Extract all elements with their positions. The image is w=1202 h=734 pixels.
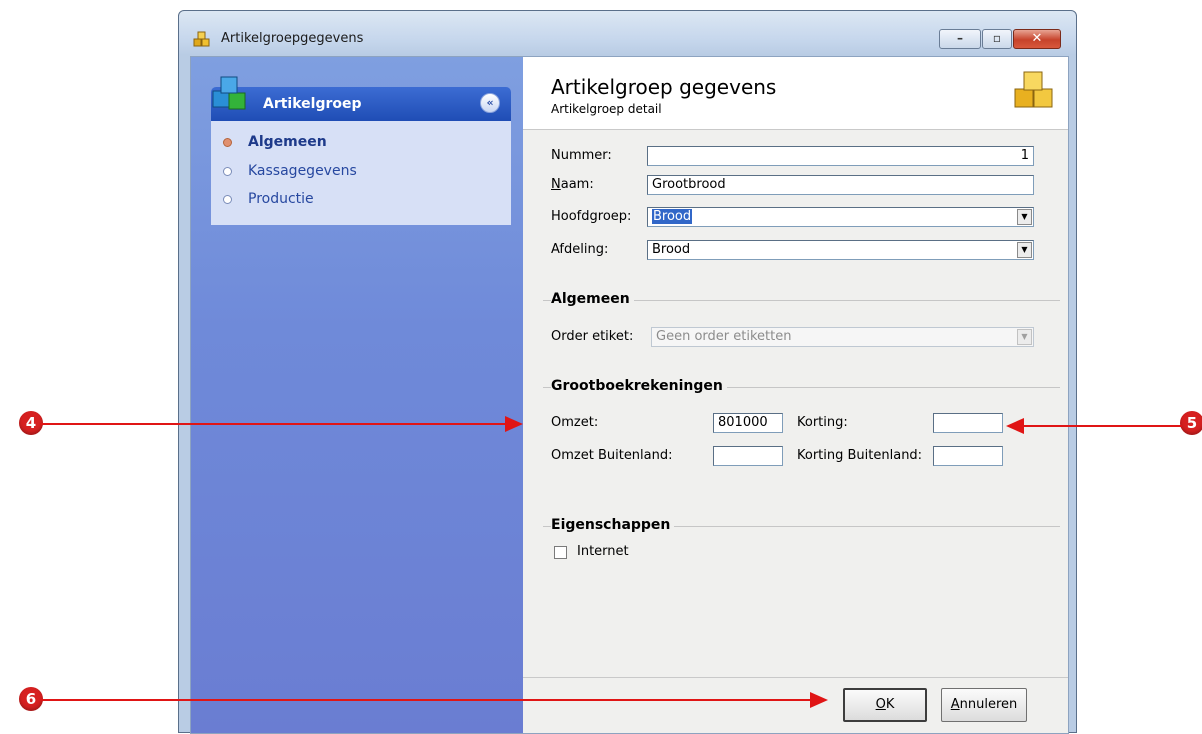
- radio-bullet-icon: [223, 195, 232, 204]
- order-etiket-select[interactable]: Geen order etiketten ▼: [651, 327, 1034, 347]
- close-button[interactable]: ✕: [1013, 29, 1061, 49]
- close-icon: ✕: [1031, 31, 1043, 46]
- chevron-down-icon[interactable]: ▼: [1017, 242, 1032, 258]
- naam-field[interactable]: Grootbrood: [647, 175, 1034, 195]
- sidebar-panel-header[interactable]: Artikelgroep «: [211, 76, 511, 121]
- hoofdgroep-selected-value: Brood: [652, 209, 693, 224]
- nummer-label: Nummer:: [551, 148, 612, 163]
- sidebar-panel-body: Algemeen Kassagegevens Productie: [211, 121, 511, 225]
- afdeling-select[interactable]: Brood ▼: [647, 240, 1034, 260]
- arrow-head-left-icon: [1006, 418, 1024, 434]
- artikelgroep-dialog: Artikelgroepgegevens – ▫ ✕ Artikelgroep …: [178, 10, 1077, 734]
- cubes-group-icon: [212, 76, 246, 110]
- chevron-down-icon[interactable]: ▼: [1017, 209, 1032, 225]
- chevron-down-icon[interactable]: ▼: [1017, 329, 1032, 345]
- algemeen-group-title: Algemeen: [551, 291, 634, 307]
- arrow-to-omzet: [40, 423, 506, 425]
- content-area: Artikelgroep gegevens Artikelgroep detai…: [523, 57, 1068, 733]
- radio-bullet-icon: [223, 167, 232, 176]
- korting-buitenland-field[interactable]: [933, 446, 1003, 466]
- minimize-button[interactable]: –: [939, 29, 981, 49]
- page-title: Artikelgroep gegevens: [551, 75, 777, 99]
- hoofdgroep-select[interactable]: Brood ▼: [647, 207, 1034, 227]
- footer-divider: [523, 677, 1068, 678]
- omzet-buitenland-label: Omzet Buitenland:: [551, 448, 673, 463]
- grootboek-group-title: Grootboekrekeningen: [551, 378, 727, 394]
- window-title: Artikelgroepgegevens: [221, 31, 364, 46]
- title-bar[interactable]: Artikelgroepgegevens – ▫ ✕: [179, 11, 1076, 55]
- sidebar-item-label: Productie: [248, 191, 314, 207]
- arrow-head-right-icon: [505, 416, 523, 432]
- order-etiket-selected-value: Geen order etiketten: [656, 329, 792, 344]
- annuleren-button[interactable]: Annuleren: [941, 688, 1027, 722]
- naam-label: Naam:: [551, 177, 594, 192]
- dialog-client: Artikelgroep « Algemeen Kassagegevens Pr…: [190, 56, 1069, 734]
- korting-buitenland-label: Korting Buitenland:: [797, 448, 923, 463]
- cubes-header-icon: [1014, 71, 1053, 108]
- omzet-buitenland-field[interactable]: [713, 446, 783, 466]
- eigenschappen-group-title: Eigenschappen: [551, 517, 675, 533]
- sidebar-panel-title: Artikelgroep: [263, 96, 362, 112]
- korting-label: Korting:: [797, 415, 848, 430]
- arrow-to-ok: [40, 699, 812, 701]
- order-etiket-label: Order etiket:: [551, 329, 634, 344]
- hoofdgroep-label: Hoofdgroep:: [551, 209, 632, 224]
- sidebar-item-label: Algemeen: [248, 134, 327, 150]
- cubes-app-icon: [193, 31, 210, 47]
- ok-button[interactable]: OK: [843, 688, 927, 722]
- internet-label: Internet: [577, 544, 629, 559]
- arrow-to-korting: [1022, 425, 1182, 427]
- nummer-field[interactable]: 1: [647, 146, 1034, 166]
- afdeling-label: Afdeling:: [551, 242, 609, 257]
- afdeling-selected-value: Brood: [652, 242, 691, 257]
- maximize-button[interactable]: ▫: [982, 29, 1012, 49]
- callout-5: 5: [1180, 411, 1202, 435]
- omzet-field[interactable]: 801000: [713, 413, 783, 433]
- maximize-icon: ▫: [992, 31, 1002, 45]
- sidebar-item-label: Kassagegevens: [248, 163, 357, 179]
- page-subtitle: Artikelgroep detail: [551, 102, 662, 116]
- minimize-icon: –: [957, 31, 963, 45]
- collapse-chevron-icon[interactable]: «: [480, 93, 500, 113]
- content-header: Artikelgroep gegevens Artikelgroep detai…: [523, 57, 1068, 130]
- korting-field[interactable]: [933, 413, 1003, 433]
- omzet-label: Omzet:: [551, 415, 599, 430]
- radio-bullet-icon: [223, 138, 232, 147]
- arrow-head-right-icon: [810, 692, 828, 708]
- internet-checkbox[interactable]: [554, 546, 567, 559]
- sidebar: Artikelgroep « Algemeen Kassagegevens Pr…: [191, 57, 523, 733]
